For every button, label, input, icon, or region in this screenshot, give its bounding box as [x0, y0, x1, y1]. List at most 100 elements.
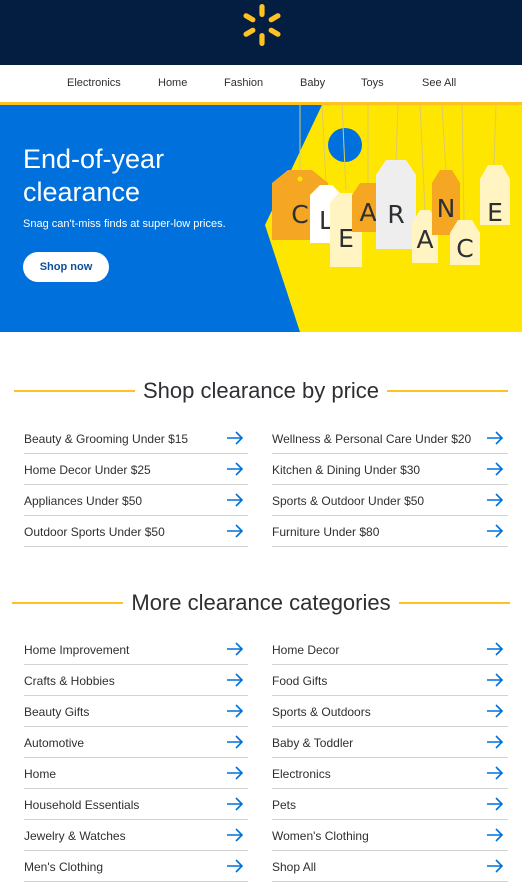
tag-letter: C	[291, 200, 308, 229]
tag-letter: E	[487, 198, 503, 227]
arrow-right-icon	[487, 493, 504, 507]
list-item[interactable]: Pets	[272, 789, 508, 820]
list-item[interactable]: Electronics	[272, 758, 508, 789]
hero-subtitle: Snag can't-miss finds at super-low price…	[23, 218, 226, 230]
list-item[interactable]: Home Decor	[272, 634, 508, 665]
section-title: More clearance categories	[131, 590, 391, 615]
price-list-right: Wellness & Personal Care Under $20 Kitch…	[272, 423, 508, 547]
list-item-label: Women's Clothing	[272, 829, 369, 843]
arrow-right-icon	[487, 673, 504, 687]
nav-item-electronics[interactable]: Electronics	[67, 77, 121, 89]
divider	[398, 602, 510, 604]
arrow-right-icon	[227, 704, 244, 718]
nav-item-toys[interactable]: Toys	[361, 77, 384, 89]
list-item-label: Home Improvement	[24, 643, 130, 657]
arrow-right-icon	[227, 828, 244, 842]
list-item[interactable]: Beauty Gifts	[24, 696, 248, 727]
list-item[interactable]: Wellness & Personal Care Under $20	[272, 423, 508, 454]
arrow-right-icon	[487, 524, 504, 538]
nav-item-home[interactable]: Home	[158, 77, 187, 89]
price-section-header: Shop clearance by price	[14, 376, 508, 406]
list-item-label: Shop All	[272, 860, 317, 874]
list-item-label: Pets	[272, 798, 297, 812]
list-item-label: Sports & Outdoor Under $50	[272, 494, 425, 508]
divider	[14, 390, 135, 392]
hero-banner[interactable]: C L E A R A N C E End-of-year clearance …	[0, 105, 522, 332]
list-item[interactable]: Baby & Toddler	[272, 727, 508, 758]
list-item[interactable]: Furniture Under $80	[272, 516, 508, 547]
arrow-right-icon	[487, 766, 504, 780]
categories-section-header: More clearance categories	[12, 588, 510, 618]
tag-letter: R	[387, 200, 404, 229]
header-bar	[0, 0, 522, 65]
list-item[interactable]: Shop All	[272, 851, 508, 882]
list-item-label: Home Decor	[272, 643, 340, 657]
arrow-right-icon	[487, 859, 504, 873]
list-item[interactable]: Crafts & Hobbies	[24, 665, 248, 696]
arrow-right-icon	[487, 828, 504, 842]
hero-title: End-of-year clearance	[23, 144, 165, 207]
list-item-label: Household Essentials	[24, 798, 140, 812]
shop-now-button[interactable]: Shop now	[23, 252, 109, 282]
arrow-right-icon	[487, 735, 504, 749]
list-item-label: Crafts & Hobbies	[24, 674, 115, 688]
list-item[interactable]: Home Improvement	[24, 634, 248, 665]
list-item-label: Men's Clothing	[24, 860, 103, 874]
nav-item-see-all[interactable]: See All	[422, 77, 456, 89]
list-item[interactable]: Jewelry & Watches	[24, 820, 248, 851]
divider	[12, 602, 124, 604]
list-item-label: Furniture Under $80	[272, 525, 380, 539]
arrow-right-icon	[227, 735, 244, 749]
tag-letter: N	[437, 194, 456, 223]
arrow-right-icon	[487, 704, 504, 718]
arrow-right-icon	[227, 524, 244, 538]
list-item[interactable]: Men's Clothing	[24, 851, 248, 882]
list-item[interactable]: Appliances Under $50	[24, 485, 248, 516]
divider	[387, 390, 508, 392]
arrow-right-icon	[487, 462, 504, 476]
list-item-label: Automotive	[24, 736, 85, 750]
list-item-label: Baby & Toddler	[272, 736, 354, 750]
list-item-label: Food Gifts	[272, 674, 328, 688]
tag-letter: E	[338, 224, 354, 253]
arrow-right-icon	[487, 642, 504, 656]
nav-item-fashion[interactable]: Fashion	[224, 77, 263, 89]
price-list-left: Beauty & Grooming Under $15 Home Decor U…	[24, 423, 248, 547]
list-item-label: Beauty & Grooming Under $15	[24, 432, 189, 446]
list-item[interactable]: Kitchen & Dining Under $30	[272, 454, 508, 485]
category-nav: Electronics Home Fashion Baby Toys See A…	[0, 65, 522, 105]
list-item[interactable]: Food Gifts	[272, 665, 508, 696]
arrow-right-icon	[227, 462, 244, 476]
list-item[interactable]: Sports & Outdoors	[272, 696, 508, 727]
list-item[interactable]: Outdoor Sports Under $50	[24, 516, 248, 547]
arrow-right-icon	[227, 431, 244, 445]
list-item[interactable]: Beauty & Grooming Under $15	[24, 423, 248, 454]
arrow-right-icon	[227, 642, 244, 656]
nav-item-baby[interactable]: Baby	[300, 77, 325, 89]
section-title: Shop clearance by price	[142, 378, 380, 403]
list-item-label: Sports & Outdoors	[272, 705, 371, 719]
list-item-label: Electronics	[272, 767, 331, 781]
arrow-right-icon	[487, 431, 504, 445]
list-item[interactable]: Women's Clothing	[272, 820, 508, 851]
list-item-label: Jewelry & Watches	[24, 829, 126, 843]
list-item[interactable]: Household Essentials	[24, 789, 248, 820]
categories-list-left: Home Improvement Crafts & Hobbies Beauty…	[24, 634, 248, 882]
arrow-right-icon	[227, 766, 244, 780]
list-item-label: Beauty Gifts	[24, 705, 90, 719]
arrow-right-icon	[487, 797, 504, 811]
arrow-right-icon	[227, 673, 244, 687]
list-item[interactable]: Home	[24, 758, 248, 789]
arrow-right-icon	[227, 493, 244, 507]
list-item-label: Outdoor Sports Under $50	[24, 525, 165, 539]
walmart-spark-icon[interactable]	[239, 2, 285, 48]
list-item[interactable]: Automotive	[24, 727, 248, 758]
list-item[interactable]: Home Decor Under $25	[24, 454, 248, 485]
tag-letter: A	[359, 198, 376, 227]
list-item-label: Home Decor Under $25	[24, 463, 151, 477]
tag-letter: C	[456, 234, 473, 263]
list-item-label: Appliances Under $50	[24, 494, 143, 508]
tag-letter: A	[416, 225, 433, 254]
clearance-tags-illustration: C L E A R A N C E	[265, 105, 522, 332]
list-item[interactable]: Sports & Outdoor Under $50	[272, 485, 508, 516]
